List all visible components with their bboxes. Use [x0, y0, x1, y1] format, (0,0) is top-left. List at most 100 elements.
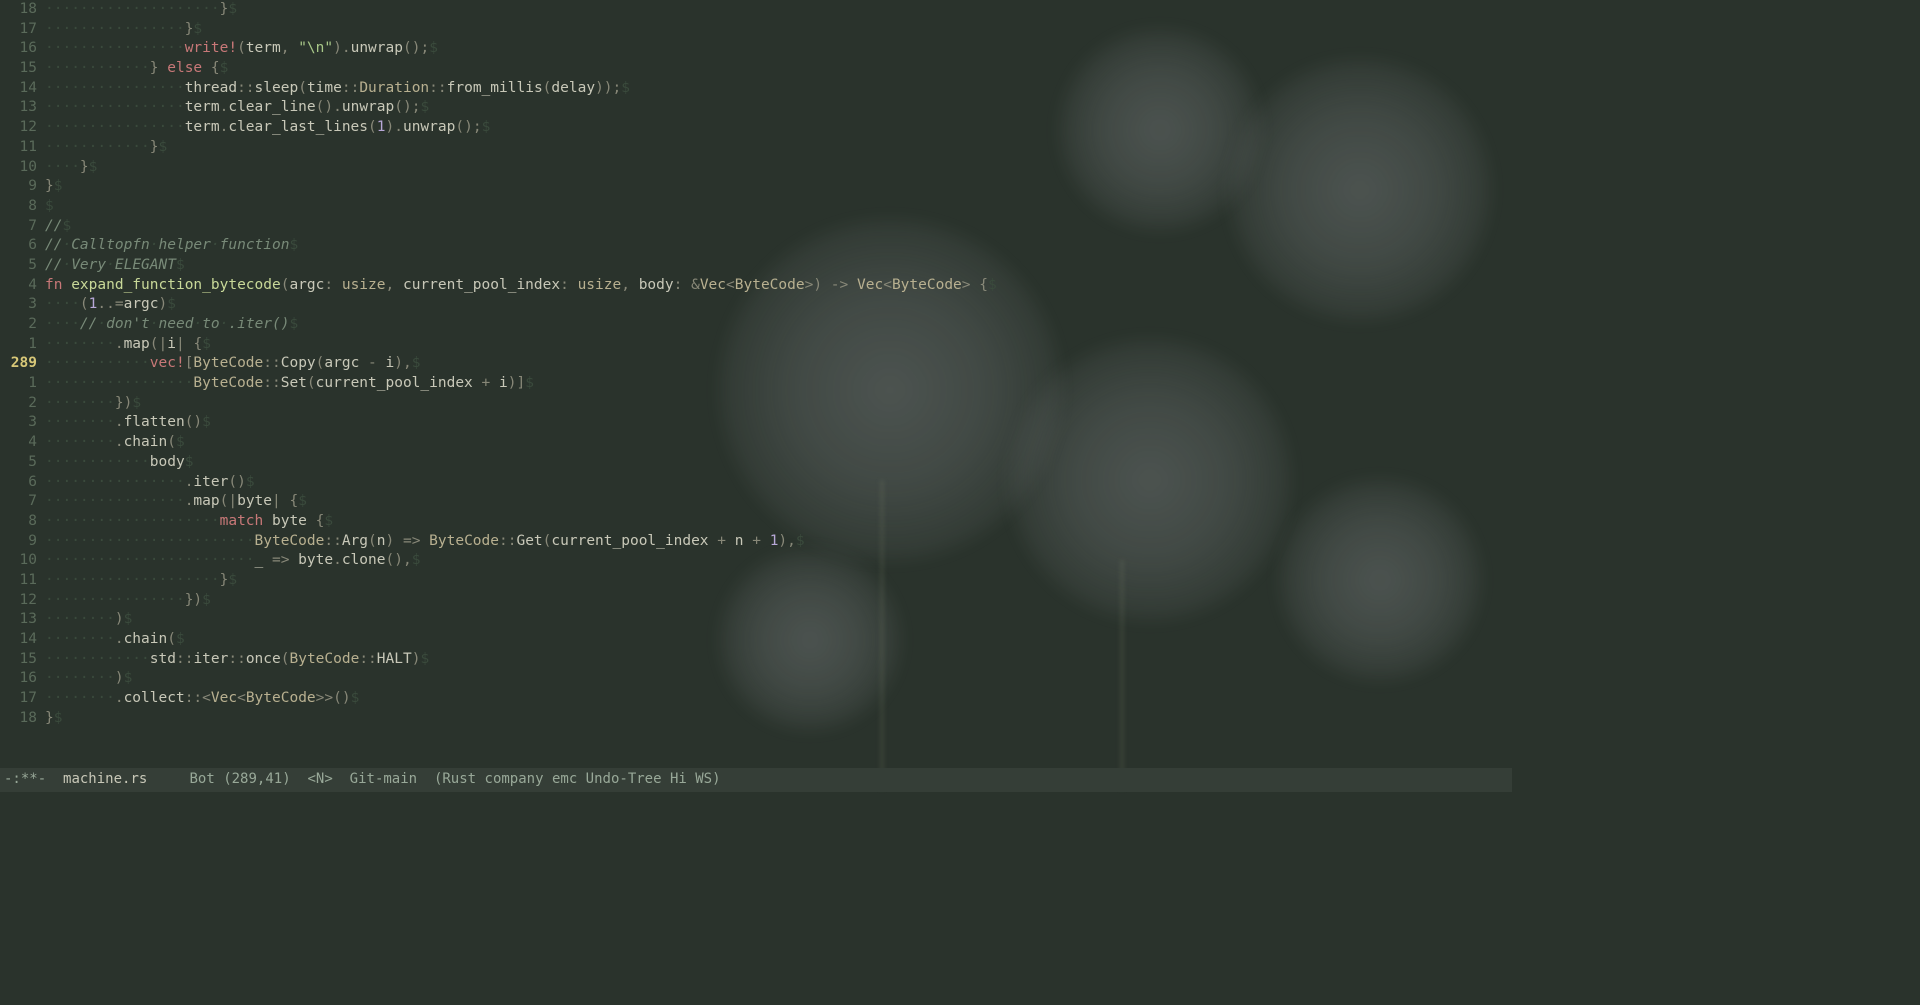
code-line[interactable]: 289············vec![ByteCode::Copy(argc … — [0, 354, 1512, 374]
code-line[interactable]: 13················term.clear_line().unwr… — [0, 98, 1512, 118]
code-line[interactable]: 17················}$ — [0, 20, 1512, 40]
code-line[interactable]: 12················term.clear_last_lines(… — [0, 118, 1512, 138]
code-editor[interactable]: 18····················}$17··············… — [0, 0, 1512, 768]
code-content: ·················ByteCode::Set(current_p… — [45, 374, 1512, 394]
code-content: ········.chain($ — [45, 433, 1512, 453]
code-content: ····················}$ — [45, 0, 1512, 20]
modeline-filename: machine.rs — [63, 770, 147, 790]
line-number: 2 — [0, 394, 45, 414]
code-content: ············} else {$ — [45, 59, 1512, 79]
line-number: 17 — [0, 20, 45, 40]
code-content: ················}$ — [45, 20, 1512, 40]
line-number: 4 — [0, 433, 45, 453]
code-line[interactable]: 2····//·don't·need·to·.iter()$ — [0, 315, 1512, 335]
line-number: 13 — [0, 610, 45, 630]
code-content: ····················match byte {$ — [45, 512, 1512, 532]
modeline-vc: Git-main — [350, 770, 417, 790]
code-content: ············body$ — [45, 453, 1512, 473]
code-line[interactable]: 8$ — [0, 197, 1512, 217]
code-line[interactable]: 10····}$ — [0, 158, 1512, 178]
line-number: 5 — [0, 453, 45, 473]
code-line[interactable]: 6················.iter()$ — [0, 473, 1512, 493]
code-line[interactable]: 7················.map(|byte| {$ — [0, 492, 1512, 512]
modeline: -:**- machine.rs Bot (289,41) <N> Git-ma… — [0, 768, 1512, 792]
code-content: ················thread::sleep(time::Dura… — [45, 79, 1512, 99]
line-number: 12 — [0, 591, 45, 611]
code-content: ····················}$ — [45, 571, 1512, 591]
code-line[interactable]: 15············} else {$ — [0, 59, 1512, 79]
modeline-modes: (Rust company emc Undo-Tree Hi WS) — [434, 770, 721, 790]
code-content: //·Very·ELEGANT$ — [45, 256, 1512, 276]
code-content: ················.map(|byte| {$ — [45, 492, 1512, 512]
code-content: ············vec![ByteCode::Copy(argc - i… — [45, 354, 1512, 374]
code-content: }$ — [45, 709, 1512, 729]
line-number: 11 — [0, 571, 45, 591]
code-line[interactable]: 17········.collect::<Vec<ByteCode>>()$ — [0, 689, 1512, 709]
code-line[interactable]: 7//$ — [0, 217, 1512, 237]
code-line[interactable]: 10························_ => byte.clon… — [0, 551, 1512, 571]
line-number: 1 — [0, 374, 45, 394]
code-content: ················term.clear_line().unwrap… — [45, 98, 1512, 118]
code-content: ········.collect::<Vec<ByteCode>>()$ — [45, 689, 1512, 709]
code-content: ········)$ — [45, 669, 1512, 689]
line-number: 289 — [0, 354, 45, 374]
code-line[interactable]: 18····················}$ — [0, 0, 1512, 20]
code-line[interactable]: 3····(1..=argc)$ — [0, 295, 1512, 315]
code-line[interactable]: 5//·Very·ELEGANT$ — [0, 256, 1512, 276]
code-line[interactable]: 9}$ — [0, 177, 1512, 197]
code-line[interactable]: 15············std::iter::once(ByteCode::… — [0, 650, 1512, 670]
line-number: 17 — [0, 689, 45, 709]
code-line[interactable]: 2········})$ — [0, 394, 1512, 414]
code-content: fn expand_function_bytecode(argc: usize,… — [45, 276, 1512, 296]
code-line[interactable]: 9························ByteCode::Arg(n… — [0, 532, 1512, 552]
code-content: ········})$ — [45, 394, 1512, 414]
code-line[interactable]: 16········)$ — [0, 669, 1512, 689]
code-content: ················write!(term, "\n").unwra… — [45, 39, 1512, 59]
code-content: ····(1..=argc)$ — [45, 295, 1512, 315]
line-number: 14 — [0, 630, 45, 650]
code-line[interactable]: 6//·Calltopfn·helper·function$ — [0, 236, 1512, 256]
code-content: }$ — [45, 177, 1512, 197]
code-content: ················term.clear_last_lines(1)… — [45, 118, 1512, 138]
code-line[interactable]: 1·················ByteCode::Set(current_… — [0, 374, 1512, 394]
code-content: ························_ => byte.clone(… — [45, 551, 1512, 571]
code-line[interactable]: 12················})$ — [0, 591, 1512, 611]
code-content: ························ByteCode::Arg(n)… — [45, 532, 1512, 552]
code-line[interactable]: 1········.map(|i| {$ — [0, 335, 1512, 355]
code-content: ················})$ — [45, 591, 1512, 611]
line-number: 14 — [0, 79, 45, 99]
line-number: 13 — [0, 98, 45, 118]
modeline-status: -:**- — [4, 770, 46, 790]
code-line[interactable]: 14················thread::sleep(time::Du… — [0, 79, 1512, 99]
code-line[interactable]: 4········.chain($ — [0, 433, 1512, 453]
code-line[interactable]: 8····················match byte {$ — [0, 512, 1512, 532]
code-content: ············}$ — [45, 138, 1512, 158]
code-line[interactable]: 16················write!(term, "\n").unw… — [0, 39, 1512, 59]
code-line[interactable]: 4fn expand_function_bytecode(argc: usize… — [0, 276, 1512, 296]
code-content: ········.map(|i| {$ — [45, 335, 1512, 355]
code-line[interactable]: 14········.chain($ — [0, 630, 1512, 650]
line-number: 16 — [0, 39, 45, 59]
line-number: 4 — [0, 276, 45, 296]
line-number: 16 — [0, 669, 45, 689]
line-number: 8 — [0, 512, 45, 532]
line-number: 3 — [0, 295, 45, 315]
line-number: 9 — [0, 532, 45, 552]
modeline-evil-state: <N> — [308, 770, 333, 790]
code-line[interactable]: 13········)$ — [0, 610, 1512, 630]
code-line[interactable]: 3········.flatten()$ — [0, 413, 1512, 433]
code-content: //·Calltopfn·helper·function$ — [45, 236, 1512, 256]
line-number: 7 — [0, 492, 45, 512]
code-content: ········.flatten()$ — [45, 413, 1512, 433]
code-line[interactable]: 11············}$ — [0, 138, 1512, 158]
line-number: 8 — [0, 197, 45, 217]
code-line[interactable]: 18}$ — [0, 709, 1512, 729]
line-number: 6 — [0, 473, 45, 493]
code-line[interactable]: 11····················}$ — [0, 571, 1512, 591]
line-number: 5 — [0, 256, 45, 276]
code-content: $ — [45, 197, 1512, 217]
line-number: 12 — [0, 118, 45, 138]
code-line[interactable]: 5············body$ — [0, 453, 1512, 473]
modeline-position: Bot — [189, 770, 214, 790]
line-number: 11 — [0, 138, 45, 158]
